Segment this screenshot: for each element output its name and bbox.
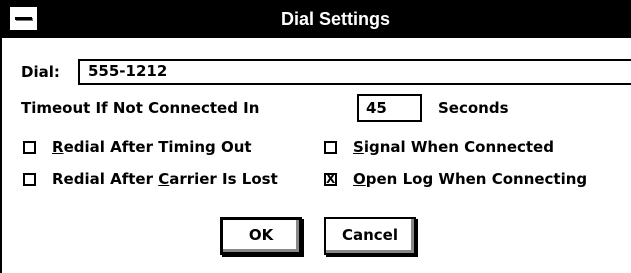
signal-connected-checkbox[interactable] <box>324 141 337 154</box>
dial-input-value: 555-1212 <box>88 62 168 80</box>
system-menu-icon <box>15 17 32 20</box>
ok-button-label: OK <box>248 226 274 244</box>
open-log-text: pen Log When Connecting <box>365 170 588 188</box>
signal-connected-text: ignal When Connected <box>363 138 554 156</box>
redial-carrier-text-pre: Redial After <box>52 170 159 188</box>
cancel-button[interactable]: Cancel <box>324 217 416 255</box>
redial-timeout-checkbox[interactable] <box>23 141 36 154</box>
open-log-mnemonic: O <box>353 170 366 188</box>
timeout-label: Timeout If Not Connected In <box>21 99 260 117</box>
cancel-button-label: Cancel <box>341 226 398 244</box>
timeout-input[interactable]: 45 <box>357 94 422 122</box>
redial-timeout-label[interactable]: Redial After Timing Out <box>52 137 252 157</box>
title-bar: Dial Settings <box>2 0 631 38</box>
open-log-label[interactable]: Open Log When Connecting <box>353 169 587 189</box>
redial-carrier-checkbox[interactable] <box>23 173 36 186</box>
redial-carrier-text: arrier Is Lost <box>169 170 278 188</box>
redial-timeout-mnemonic: R <box>52 138 64 156</box>
checkmark-icon: X <box>326 172 336 186</box>
open-log-checkbox[interactable]: X <box>324 173 337 186</box>
dial-input[interactable]: 555-1212 <box>78 59 631 85</box>
dial-label: Dial: <box>21 63 60 81</box>
system-menu-button[interactable] <box>8 5 39 32</box>
dial-settings-dialog: Dial Settings Dial: 555-1212 Timeout If … <box>0 0 631 273</box>
redial-carrier-label[interactable]: Redial After Carrier Is Lost <box>52 169 278 189</box>
timeout-input-value: 45 <box>366 99 387 117</box>
redial-timeout-text: edial After Timing Out <box>63 138 252 156</box>
signal-connected-label[interactable]: Signal When Connected <box>353 137 554 157</box>
signal-connected-mnemonic: S <box>353 138 364 156</box>
redial-carrier-mnemonic: C <box>158 170 170 188</box>
timeout-unit-label: Seconds <box>438 99 509 117</box>
window-title: Dial Settings <box>280 9 391 29</box>
ok-button[interactable]: OK <box>220 217 302 255</box>
